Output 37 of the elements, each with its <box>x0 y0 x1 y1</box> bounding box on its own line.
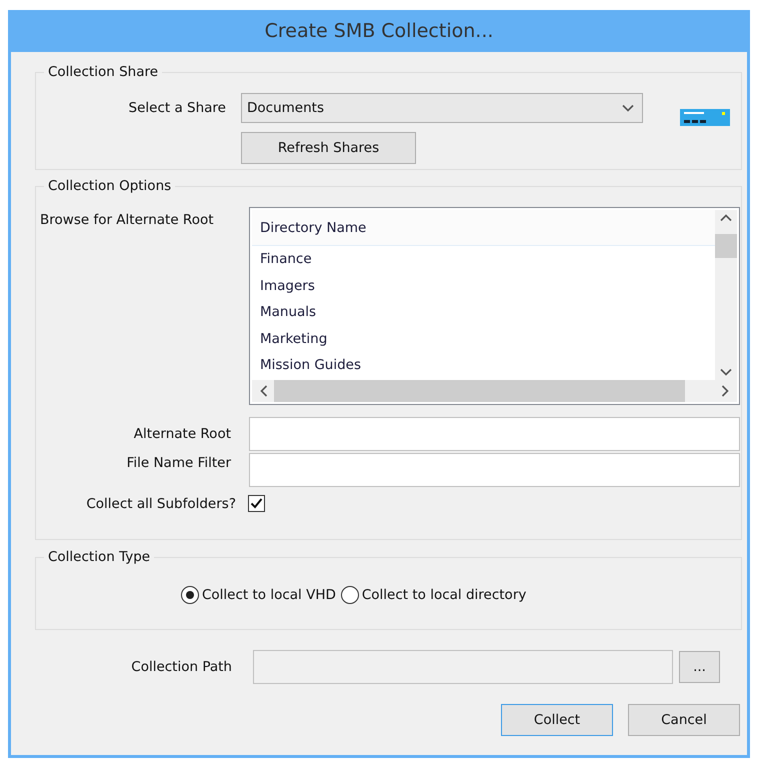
group-legend: Collection Type <box>44 549 154 565</box>
share-dropdown[interactable]: Documents <box>241 92 643 122</box>
column-header[interactable]: Directory Name <box>252 210 715 246</box>
dialog-button[interactable]: Cancel <box>628 704 740 736</box>
field-label: Collection Path <box>130 659 232 675</box>
directory-item[interactable]: Marketing <box>252 326 715 352</box>
window-title: Create SMB Collection... <box>264 19 494 44</box>
directory-item[interactable]: Mission Guides <box>252 352 715 378</box>
chevron-down-icon[interactable] <box>622 104 634 112</box>
chevron-up-icon[interactable] <box>720 214 732 222</box>
horizontal-scrollbar[interactable] <box>252 380 737 402</box>
field-label: Select a Share <box>128 100 226 116</box>
server-icon <box>680 109 730 126</box>
subfolders-checkbox[interactable] <box>248 495 265 512</box>
scrollbar-thumb[interactable] <box>715 234 737 258</box>
radio-label[interactable]: Collect to local VHD <box>202 587 336 603</box>
directory-item[interactable]: Manuals <box>252 299 715 326</box>
alternate-root-field[interactable] <box>249 417 740 451</box>
file-name-filter-field[interactable] <box>249 453 740 487</box>
radio-button[interactable] <box>340 586 359 604</box>
vertical-scrollbar[interactable] <box>715 210 737 380</box>
directory-item[interactable]: Imagers <box>252 272 715 299</box>
dialog-button[interactable]: Collect <box>501 704 613 736</box>
radio-button[interactable] <box>181 586 199 604</box>
directory-item[interactable]: Finance <box>252 246 715 272</box>
group-legend: Collection Options <box>44 178 176 194</box>
field-label: Browse for Alternate Root <box>40 212 215 228</box>
field-label: File Name Filter <box>126 455 231 471</box>
field-label: Alternate Root <box>132 426 231 442</box>
chevron-down-icon[interactable] <box>720 368 732 376</box>
chevron-left-icon[interactable] <box>260 385 268 397</box>
field-label: Collect all Subfolders? <box>85 496 236 512</box>
chevron-right-icon[interactable] <box>721 385 729 397</box>
directory-list[interactable]: Directory Name Finance Imagers Manuals Marketing Mission Guides <box>249 207 740 405</box>
radio-label[interactable]: Collect to local directory <box>362 587 526 603</box>
scrollbar-thumb[interactable] <box>274 380 685 402</box>
refresh-shares-button[interactable]: Refresh Shares <box>241 132 416 164</box>
